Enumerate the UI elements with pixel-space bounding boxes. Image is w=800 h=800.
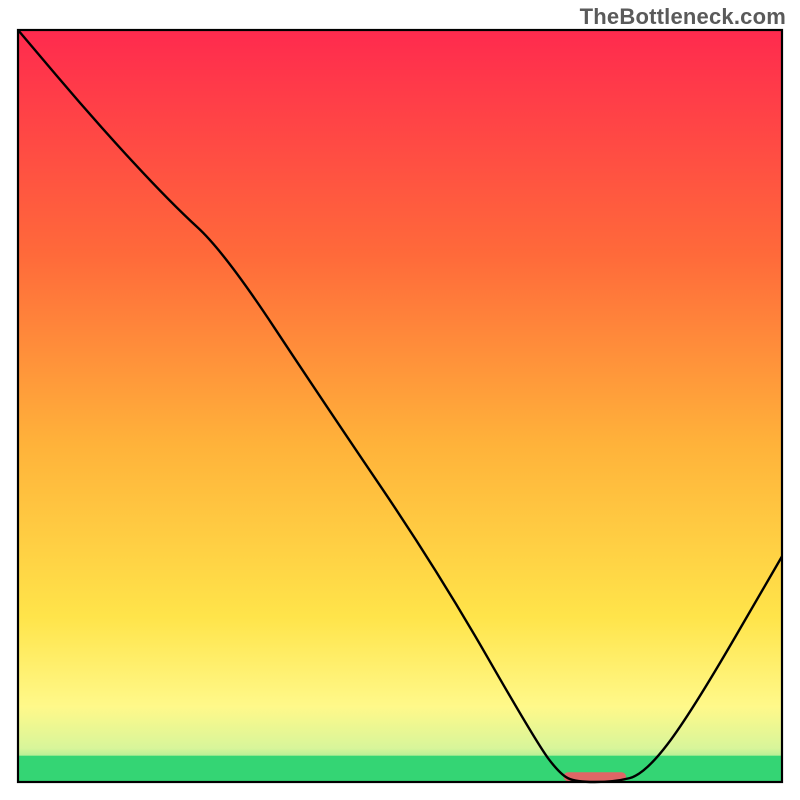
plot-background [18, 30, 782, 782]
chart-container: TheBottleneck.com [0, 0, 800, 800]
plot-green-band [18, 756, 782, 782]
chart-svg [0, 0, 800, 800]
